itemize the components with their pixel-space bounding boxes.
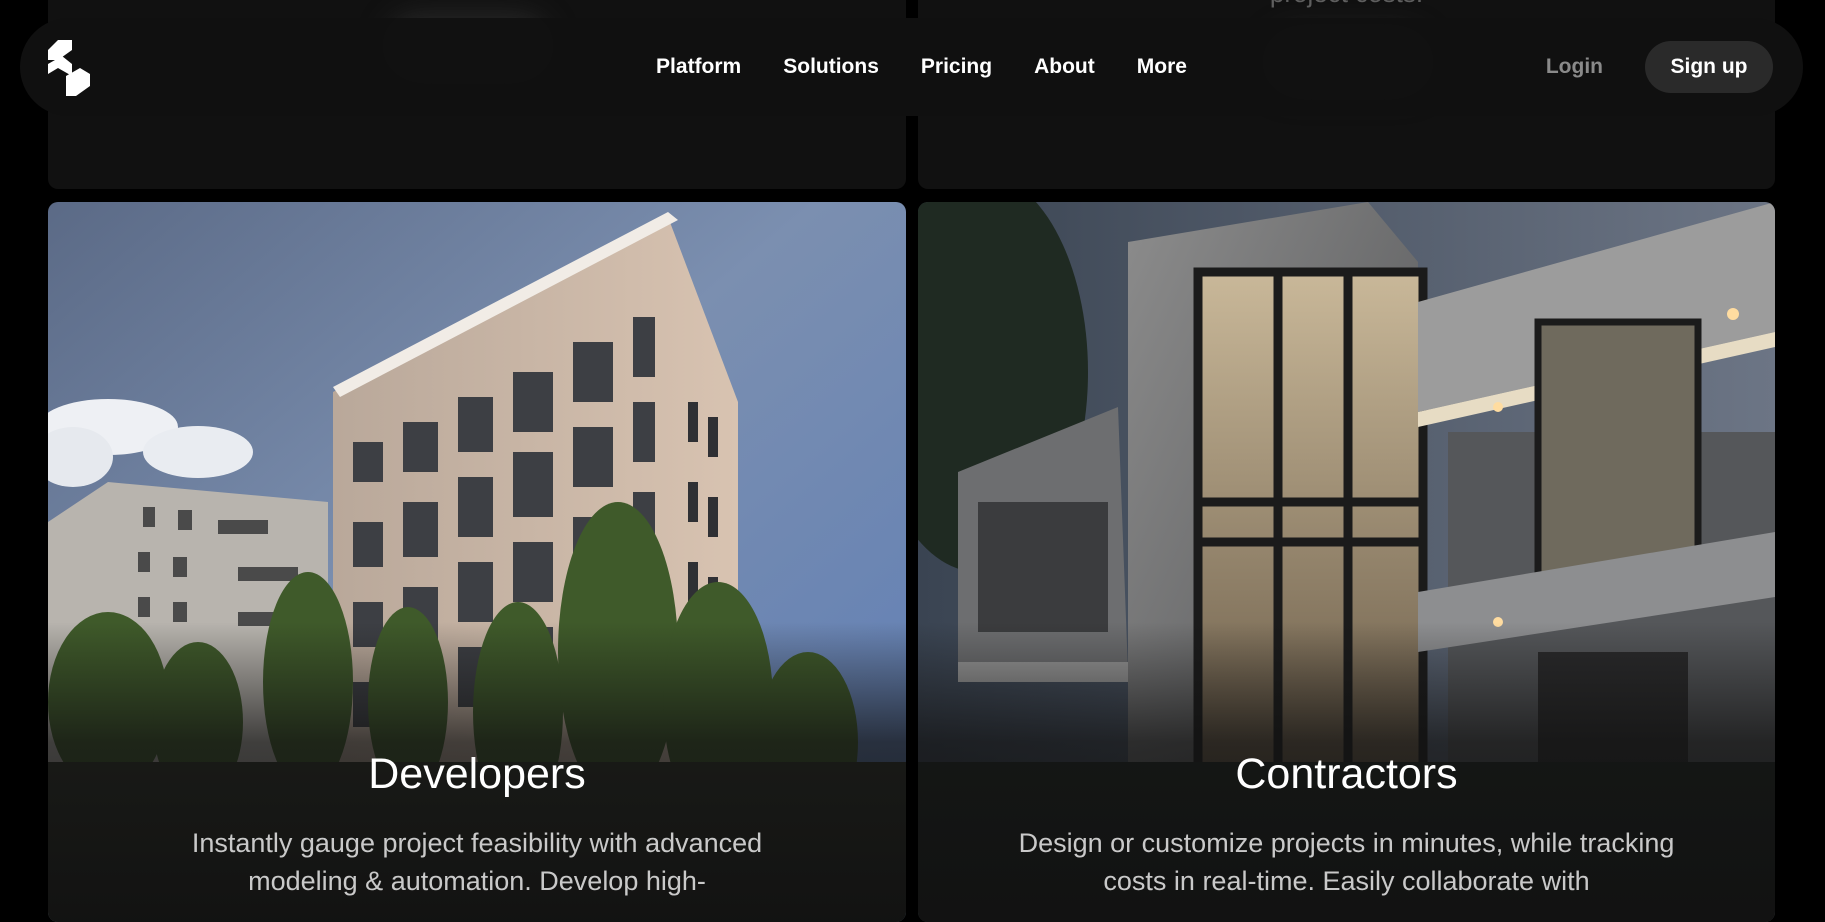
login-link[interactable]: Login: [1546, 55, 1603, 79]
card-description: Instantly gauge project feasibility with…: [191, 828, 763, 896]
nav-link-solutions[interactable]: Solutions: [783, 55, 879, 79]
card-title: Contractors: [1235, 750, 1458, 798]
card-title: Developers: [368, 750, 586, 798]
card-description: Design or customize projects in minutes,…: [1018, 828, 1675, 896]
top-card-caption: project costs.: [918, 0, 1775, 9]
nav-link-more[interactable]: More: [1137, 55, 1187, 79]
nav-link-pricing[interactable]: Pricing: [921, 55, 992, 79]
navbar: Platform Solutions Pricing About More Lo…: [20, 18, 1803, 116]
nav-link-about[interactable]: About: [1034, 55, 1095, 79]
nav-link-platform[interactable]: Platform: [656, 55, 741, 79]
signup-button[interactable]: Sign up: [1645, 41, 1773, 93]
developers-card[interactable]: Developers Instantly gauge project feasi…: [48, 202, 906, 922]
nav-links: Platform Solutions Pricing About More: [20, 18, 1803, 116]
contractors-card[interactable]: Contractors Design or customize projects…: [918, 202, 1775, 922]
